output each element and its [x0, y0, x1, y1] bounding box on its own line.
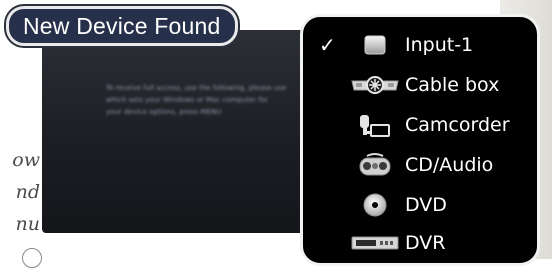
screen-blurred-text: To receive full access, use the followin…: [106, 82, 286, 142]
menu-item-label: Input-1: [405, 34, 474, 56]
circle-icon: [22, 248, 42, 268]
caption-fragment: ow: [12, 149, 40, 171]
menu-item-cd-audio[interactable]: CD/Audio: [303, 145, 537, 185]
input-icon: [347, 31, 403, 59]
checkmark-icon: ✓: [319, 33, 336, 57]
menu-item-dvr[interactable]: DVR: [303, 223, 537, 263]
menu-item-input-1[interactable]: ✓ Input-1: [303, 25, 537, 65]
dvr-icon: [347, 229, 403, 257]
camcorder-icon: [347, 111, 403, 139]
device-menu: ✓ Input-1 Cable box Camcorder CD/Audio D…: [300, 14, 540, 266]
menu-item-dvd[interactable]: DVD: [303, 185, 537, 225]
menu-item-camcorder[interactable]: Camcorder: [303, 105, 537, 145]
screen-text-line: your device options, press MENU: [106, 108, 222, 116]
screen-text-line: To receive full access, use the followin…: [106, 84, 286, 92]
cd-audio-icon: [347, 151, 403, 179]
dialog-title: New Device Found: [23, 12, 221, 39]
dialog-title-bar: New Device Found: [6, 6, 238, 46]
menu-item-cable-box[interactable]: Cable box: [303, 65, 537, 105]
menu-item-label: Camcorder: [405, 114, 510, 136]
cable-box-icon: [347, 71, 403, 99]
menu-item-label: CD/Audio: [405, 154, 494, 176]
caption-fragment: nu: [15, 213, 40, 235]
menu-item-label: DVD: [405, 194, 447, 216]
dvd-icon: [347, 191, 403, 219]
screen-text-line: which sets your Windows or Mac computer …: [106, 96, 269, 104]
menu-item-label: DVR: [405, 232, 446, 254]
menu-item-label: Cable box: [405, 74, 500, 96]
caption-fragment: nd: [15, 181, 40, 203]
